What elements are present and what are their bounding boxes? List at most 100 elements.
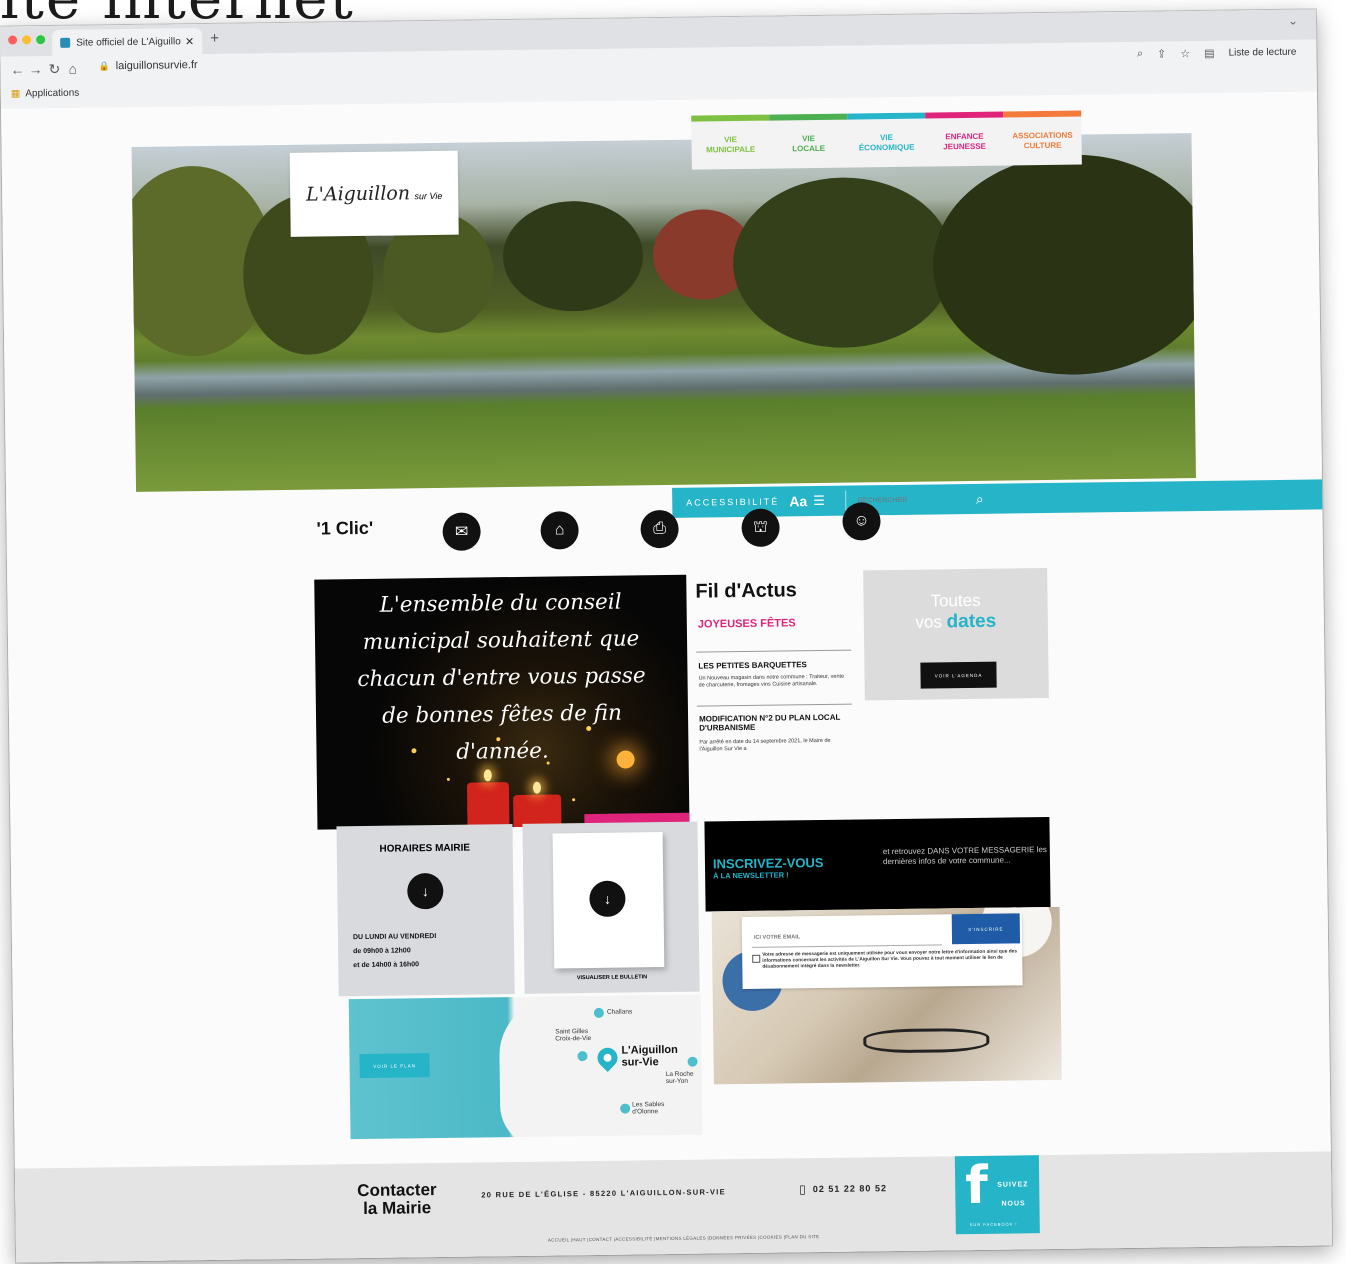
newsletter-title: INSCRIVEZ-VOUS [712,854,824,872]
map-point [687,1056,698,1067]
browser-tab[interactable]: Site officiel de L'Aiguillon sur V ✕ [52,28,203,56]
greeting-line: L'ensemble du conseil [379,589,622,618]
nav-line1: VIE [879,132,894,143]
greeting-banner[interactable]: L'ensemble du conseil municipal souhaite… [314,574,690,830]
nav-line2: LOCALE [792,143,826,154]
candle-icon [466,782,510,830]
lock-icon: 🔒 [98,60,110,71]
newsletter-banner: INSCRIVEZ-VOUS À LA NEWSLETTER ! et retr… [704,816,1051,912]
logo-text: L'Aiguillon [305,182,411,206]
consent-text: Votre adresse de messagerie est uniqueme… [762,949,1018,971]
arrow-down-icon[interactable]: ↓ [407,872,444,910]
tab-list-chevron-icon[interactable]: ⌄ [1288,14,1298,28]
envelope-icon[interactable]: ✉ [442,512,481,551]
map-point [577,1051,588,1062]
menu-icon[interactable]: ☰ [813,493,825,509]
nav-line1: ASSOCIATIONS [1012,130,1073,141]
close-window-icon[interactable] [8,35,18,45]
nav-line1: VIE [801,134,816,144]
apps-bookmark[interactable]: ▦ Applications [11,88,80,100]
nav-vie-economique[interactable]: VIE ÉCONOMIQUE [847,112,926,168]
city-les-sables: Les Sables d'Olonne [632,1101,664,1116]
greeting-text: L'ensemble du conseil municipal souhaite… [314,583,688,773]
site-footer: Contacter la Mairie 20 RUE DE L'ÉGLISE -… [14,1151,1333,1263]
browser-window: Site officiel de L'Aiguillon sur V ✕ + ⌄… [0,9,1333,1263]
newsletter-description: et retrouvez DANS VOTRE MESSAGERIE les d… [882,845,1047,867]
hero-image: L'Aiguillon sur Vie [131,133,1196,492]
facebook-line2: NOUS [1001,1200,1026,1208]
nav-vie-locale[interactable]: VIE LOCALE [769,113,848,169]
one-click-label: '1 Clic' [316,517,374,539]
footer-links[interactable]: ACCUEIL |HAUT |CONTACT |ACCESSIBILITÉ |M… [548,1234,820,1243]
main-navigation: VIE MUNICIPALE VIE LOCALE VIE ÉCONOMIQUE… [691,110,1082,170]
newsletter-subtitle: À LA NEWSLETTER ! [713,870,789,881]
site-logo[interactable]: L'Aiguillon sur Vie [289,150,459,237]
apps-label: Applications [25,87,80,100]
news-feed-highlight[interactable]: JOYEUSES FÊTES [698,617,796,630]
text-size-toggle[interactable]: Aa [789,493,807,509]
arrow-down-icon[interactable]: ↓ [589,880,626,918]
news-feed-title: Fil d'Actus [695,579,797,603]
people-group-icon[interactable]: ☺ [842,502,881,541]
flame-icon [532,781,542,794]
reading-list-icon[interactable]: ▤ [1204,47,1215,60]
new-tab-icon[interactable]: + [210,30,219,47]
city-challans: Challans [606,1008,633,1016]
view-bulletin-label[interactable]: VISUALISER LE BULLETIN [524,974,699,982]
news-item-body: Un Nouveau magasin dans notre commune : … [698,673,845,689]
map-point [593,1007,604,1018]
news-item-title[interactable]: LES PETITES BARQUETTES [698,660,848,671]
nav-associations-culture[interactable]: ASSOCIATIONS CULTURE [1003,110,1082,166]
agenda-big-word: dates [946,610,997,633]
hours-days: DU LUNDI AU VENDREDI [352,933,437,942]
nav-line1: VIE [723,135,738,145]
accessibility-label[interactable]: ACCESSIBILITÉ [686,497,779,508]
nav-line2: CULTURE [1023,140,1062,151]
news-item-body: Par arrêté en date du 14 septembre 2021,… [699,737,831,753]
zoom-icon[interactable]: ⌕ [1137,48,1143,61]
home-icon[interactable]: ⌂ [68,61,77,77]
opening-hours-card: HORAIRES MAIRIE ↓ DU LUNDI AU VENDREDI d… [336,824,515,997]
minimize-window-icon[interactable] [22,35,32,45]
newsletter-form: S'INSCRIRE Votre adresse de messagerie e… [741,913,1023,990]
city-la-roche: La Roche sur-Yon [666,1071,694,1086]
town-hall-icon[interactable]: ⌂ [540,511,579,550]
city-line: sur-Vie [621,1055,659,1069]
facebook-follow-button[interactable]: f SUIVEZ NOUS SUR FACEBOOK ! [954,1155,1040,1235]
back-arrow-icon[interactable]: ← [10,61,24,77]
opening-hours-title: HORAIRES MAIRIE [379,842,471,855]
consent-checkbox[interactable] [752,954,761,963]
phone-number[interactable]: ▯ 02 51 22 80 52 [799,1181,887,1196]
city-saint-gilles: Saint Gilles Croix-de-Vie [555,1028,591,1043]
toolbar-actions: ⌕ ⇪ ☆ ▤ Liste de lecture [1137,46,1297,61]
flame-icon [483,769,492,782]
address-bar[interactable]: 🔒 laiguillonsurvie.fr [98,59,197,72]
nav-line2: ÉCONOMIQUE [858,142,915,153]
close-tab-icon[interactable]: ✕ [185,35,194,48]
school-icon[interactable]: ⛫ [741,508,780,547]
document-download-icon[interactable]: ⎙ [640,509,679,549]
bookmark-star-icon[interactable]: ☆ [1180,47,1190,60]
search-icon[interactable]: ⌕ [976,490,984,507]
facebook-line3: SUR FACEBOOK ! [969,1221,1018,1228]
share-icon[interactable]: ⇪ [1157,47,1166,60]
view-map-button[interactable]: VOIR LE PLAN [359,1053,430,1079]
subscribe-button[interactable]: S'INSCRIRE [951,913,1021,945]
news-item-title[interactable]: MODIFICATION N°2 DU PLAN LOCAL D'URBANIS… [699,713,849,733]
nav-enfance-jeunesse[interactable]: ENFANCE JEUNESSE [925,111,1004,167]
contact-title[interactable]: Contacter la Mairie [357,1180,437,1218]
view-agenda-button[interactable]: VOIR L'AGENDA [920,661,997,689]
url-text: laiguillonsurvie.fr [115,59,198,73]
bulletin-page[interactable]: ↓ [552,832,665,969]
maximize-window-icon[interactable] [36,35,46,45]
window-controls [8,35,46,45]
facebook-icon: f [964,1155,989,1217]
reload-icon[interactable]: ↻ [48,61,60,78]
agenda-card: Toutes vos dates VOIR L'AGENDA [863,568,1049,701]
map-point [620,1103,631,1114]
forward-arrow-icon[interactable]: → [28,61,42,77]
search-input[interactable] [855,494,970,506]
facebook-line1: SUIVEZ [997,1181,1029,1189]
reading-list-label[interactable]: Liste de lecture [1229,47,1297,59]
nav-vie-municipale[interactable]: VIE MUNICIPALE [691,114,770,170]
